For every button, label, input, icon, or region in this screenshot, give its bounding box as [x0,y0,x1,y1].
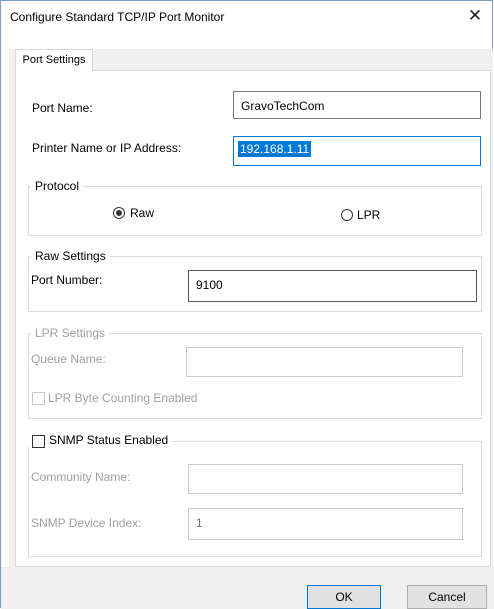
window-title: Configure Standard TCP/IP Port Monitor [10,10,225,24]
lpr-radio[interactable] [341,209,353,221]
lpr-byte-counting-label: LPR Byte Counting Enabled [48,391,198,405]
lpr-settings-group: LPR Settings Queue Name: LPR Byte Counti… [28,326,482,419]
lpr-radio-label[interactable]: LPR [357,208,380,222]
lpr-settings-title: LPR Settings [31,326,110,340]
port-number-label: Port Number: [31,273,103,287]
dialog-footer: OK Cancel [1,567,494,609]
port-number-input[interactable]: 9100 [188,270,477,302]
port-name-label: Port Name: [32,101,93,115]
port-settings-panel: Port Name: GravoTechCom Printer Name or … [15,70,491,567]
address-label: Printer Name or IP Address: [32,141,182,155]
tcpip-port-dialog: Configure Standard TCP/IP Port Monitor ✕… [0,0,494,609]
queue-name-label: Queue Name: [31,352,106,366]
snmp-device-index-label: SNMP Device Index: [31,516,142,530]
protocol-group-title: Protocol [31,179,84,193]
close-icon[interactable]: ✕ [460,5,490,27]
queue-name-input[interactable] [186,347,463,377]
cancel-button[interactable]: Cancel [407,585,487,609]
community-name-input[interactable] [188,464,463,494]
snmp-device-index-input[interactable]: 1 [188,508,463,540]
tab-port-settings[interactable]: Port Settings [15,49,93,71]
title-bar: Configure Standard TCP/IP Port Monitor ✕ [1,1,492,31]
raw-settings-group: Raw Settings Port Number: 9100 [28,249,482,312]
protocol-group: Protocol Raw LPR [28,179,482,236]
address-input[interactable]: 192.168.1.11 [233,136,481,166]
address-selected-text: 192.168.1.11 [238,141,312,157]
raw-settings-title: Raw Settings [31,249,110,263]
community-name-label: Community Name: [31,470,131,484]
snmp-enabled-checkbox[interactable] [32,435,45,448]
lpr-byte-counting-checkbox[interactable] [32,392,45,405]
snmp-title: SNMP Status Enabled [27,433,173,447]
ok-button[interactable]: OK [307,585,381,609]
raw-radio[interactable] [113,207,125,219]
snmp-group: SNMP Status Enabled Community Name: SNMP… [27,433,482,557]
port-name-input[interactable]: GravoTechCom [233,91,481,119]
raw-radio-label[interactable]: Raw [130,206,154,220]
